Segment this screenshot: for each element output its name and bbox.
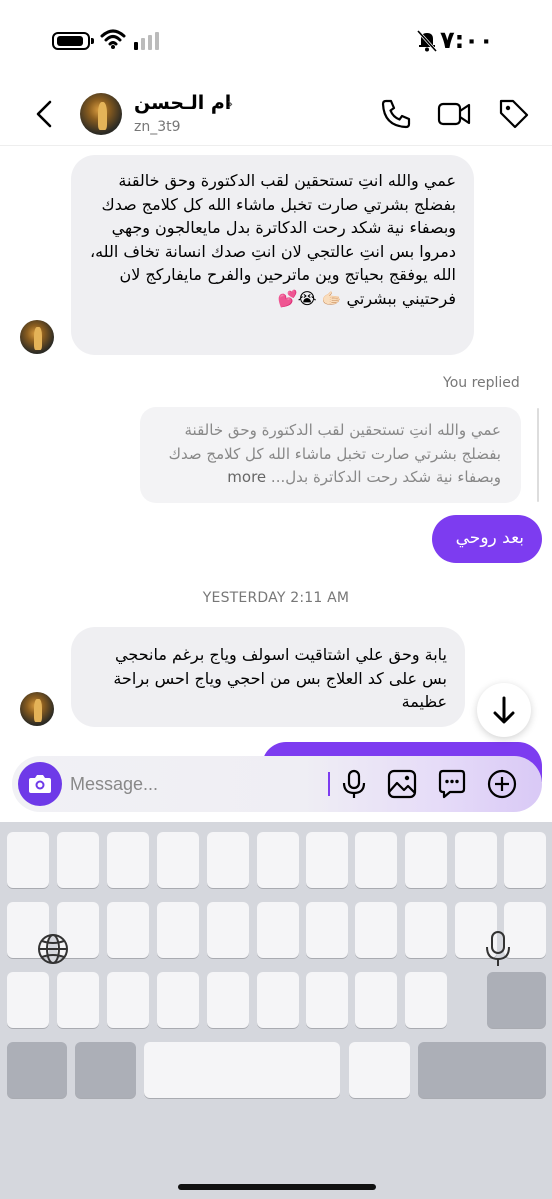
camera-icon — [29, 775, 51, 793]
keyboard-key[interactable] — [306, 902, 348, 958]
keyboard-key[interactable] — [257, 972, 299, 1028]
keyboard-key[interactable] — [355, 972, 397, 1028]
text-caret — [328, 772, 330, 796]
gallery-icon[interactable] — [386, 768, 418, 800]
space-key[interactable] — [144, 1042, 340, 1098]
message-input[interactable] — [70, 770, 320, 798]
home-indicator — [178, 1184, 376, 1190]
numbers-key[interactable] — [7, 1042, 67, 1098]
keyboard-key[interactable] — [405, 902, 447, 958]
keyboard — [0, 822, 552, 1199]
keyboard-key[interactable] — [207, 972, 249, 1028]
quoted-more-link[interactable]: more — [227, 468, 266, 486]
keyboard-key[interactable] — [7, 832, 49, 888]
chat-header: ام الـحسن › zn_3t9 — [0, 82, 552, 146]
keyboard-key[interactable] — [355, 832, 397, 888]
keyboard-key[interactable] — [157, 902, 199, 958]
scroll-to-bottom-button[interactable] — [477, 683, 531, 737]
avatar[interactable] — [80, 93, 122, 135]
wifi-icon — [100, 29, 126, 49]
keyboard-key[interactable] — [57, 832, 99, 888]
keyboard-key[interactable] — [157, 832, 199, 888]
keyboard-key[interactable] — [107, 902, 149, 958]
phone-icon[interactable] — [378, 96, 414, 132]
globe-icon[interactable] — [36, 932, 70, 966]
keyboard-key[interactable] — [349, 1042, 410, 1098]
silent-bell-icon — [416, 29, 438, 53]
incoming-message[interactable]: يابة وحق علي اشتاقيت اسولف وياج برغم مان… — [71, 627, 465, 727]
keyboard-key[interactable] — [405, 832, 447, 888]
keyboard-key[interactable] — [504, 832, 546, 888]
return-key[interactable] — [418, 1042, 546, 1098]
tag-icon[interactable] — [496, 96, 532, 132]
quote-divider — [537, 408, 539, 502]
avatar[interactable] — [20, 320, 54, 354]
quoted-text: عمي والله انتِ تستحقين لقب الدكتورة وحق … — [168, 421, 501, 486]
keyboard-key[interactable] — [107, 972, 149, 1028]
keyboard-key[interactable] — [455, 832, 497, 888]
keyboard-key[interactable] — [207, 902, 249, 958]
keyboard-key[interactable] — [257, 902, 299, 958]
incoming-message[interactable]: عمي والله انتِ تستحقين لقب الدكتورة وحق … — [71, 155, 474, 355]
date-separator: YESTERDAY 2:11 AM — [202, 590, 350, 606]
keyboard-key[interactable] — [157, 972, 199, 1028]
dictation-mic-icon[interactable] — [484, 930, 512, 968]
outgoing-message[interactable]: بعد روحي — [432, 515, 542, 563]
back-chevron-icon[interactable] — [30, 94, 60, 134]
video-camera-icon[interactable] — [436, 96, 472, 132]
message-composer — [12, 756, 542, 812]
replied-label: You replied — [443, 375, 520, 391]
keyboard-key[interactable] — [257, 832, 299, 888]
contact-username[interactable]: zn_3t9 — [134, 119, 181, 135]
keyboard-key[interactable] — [306, 832, 348, 888]
keyboard-key[interactable] — [57, 972, 99, 1028]
keyboard-key[interactable] — [306, 972, 348, 1028]
quoted-reply[interactable]: عمي والله انتِ تستحقين لقب الدكتورة وحق … — [140, 407, 521, 503]
emoji-key[interactable] — [75, 1042, 136, 1098]
camera-button[interactable] — [18, 762, 62, 806]
name-chevron-icon[interactable]: › — [227, 94, 233, 113]
keyboard-key[interactable] — [405, 972, 447, 1028]
battery-icon — [52, 32, 94, 50]
status-time: ٧:٠٠ — [440, 26, 494, 54]
backspace-key[interactable] — [487, 972, 546, 1028]
signal-icon — [134, 32, 159, 50]
sticker-icon[interactable] — [436, 768, 468, 800]
keyboard-key[interactable] — [107, 832, 149, 888]
keyboard-key[interactable] — [355, 902, 397, 958]
status-bar: ٧:٠٠ — [0, 0, 552, 80]
plus-icon[interactable] — [486, 768, 518, 800]
keyboard-key[interactable] — [207, 832, 249, 888]
keyboard-key[interactable] — [7, 972, 49, 1028]
contact-name[interactable]: ام الـحسن — [134, 92, 231, 114]
avatar[interactable] — [20, 692, 54, 726]
arrow-down-icon — [493, 696, 515, 724]
microphone-icon[interactable] — [338, 768, 370, 800]
